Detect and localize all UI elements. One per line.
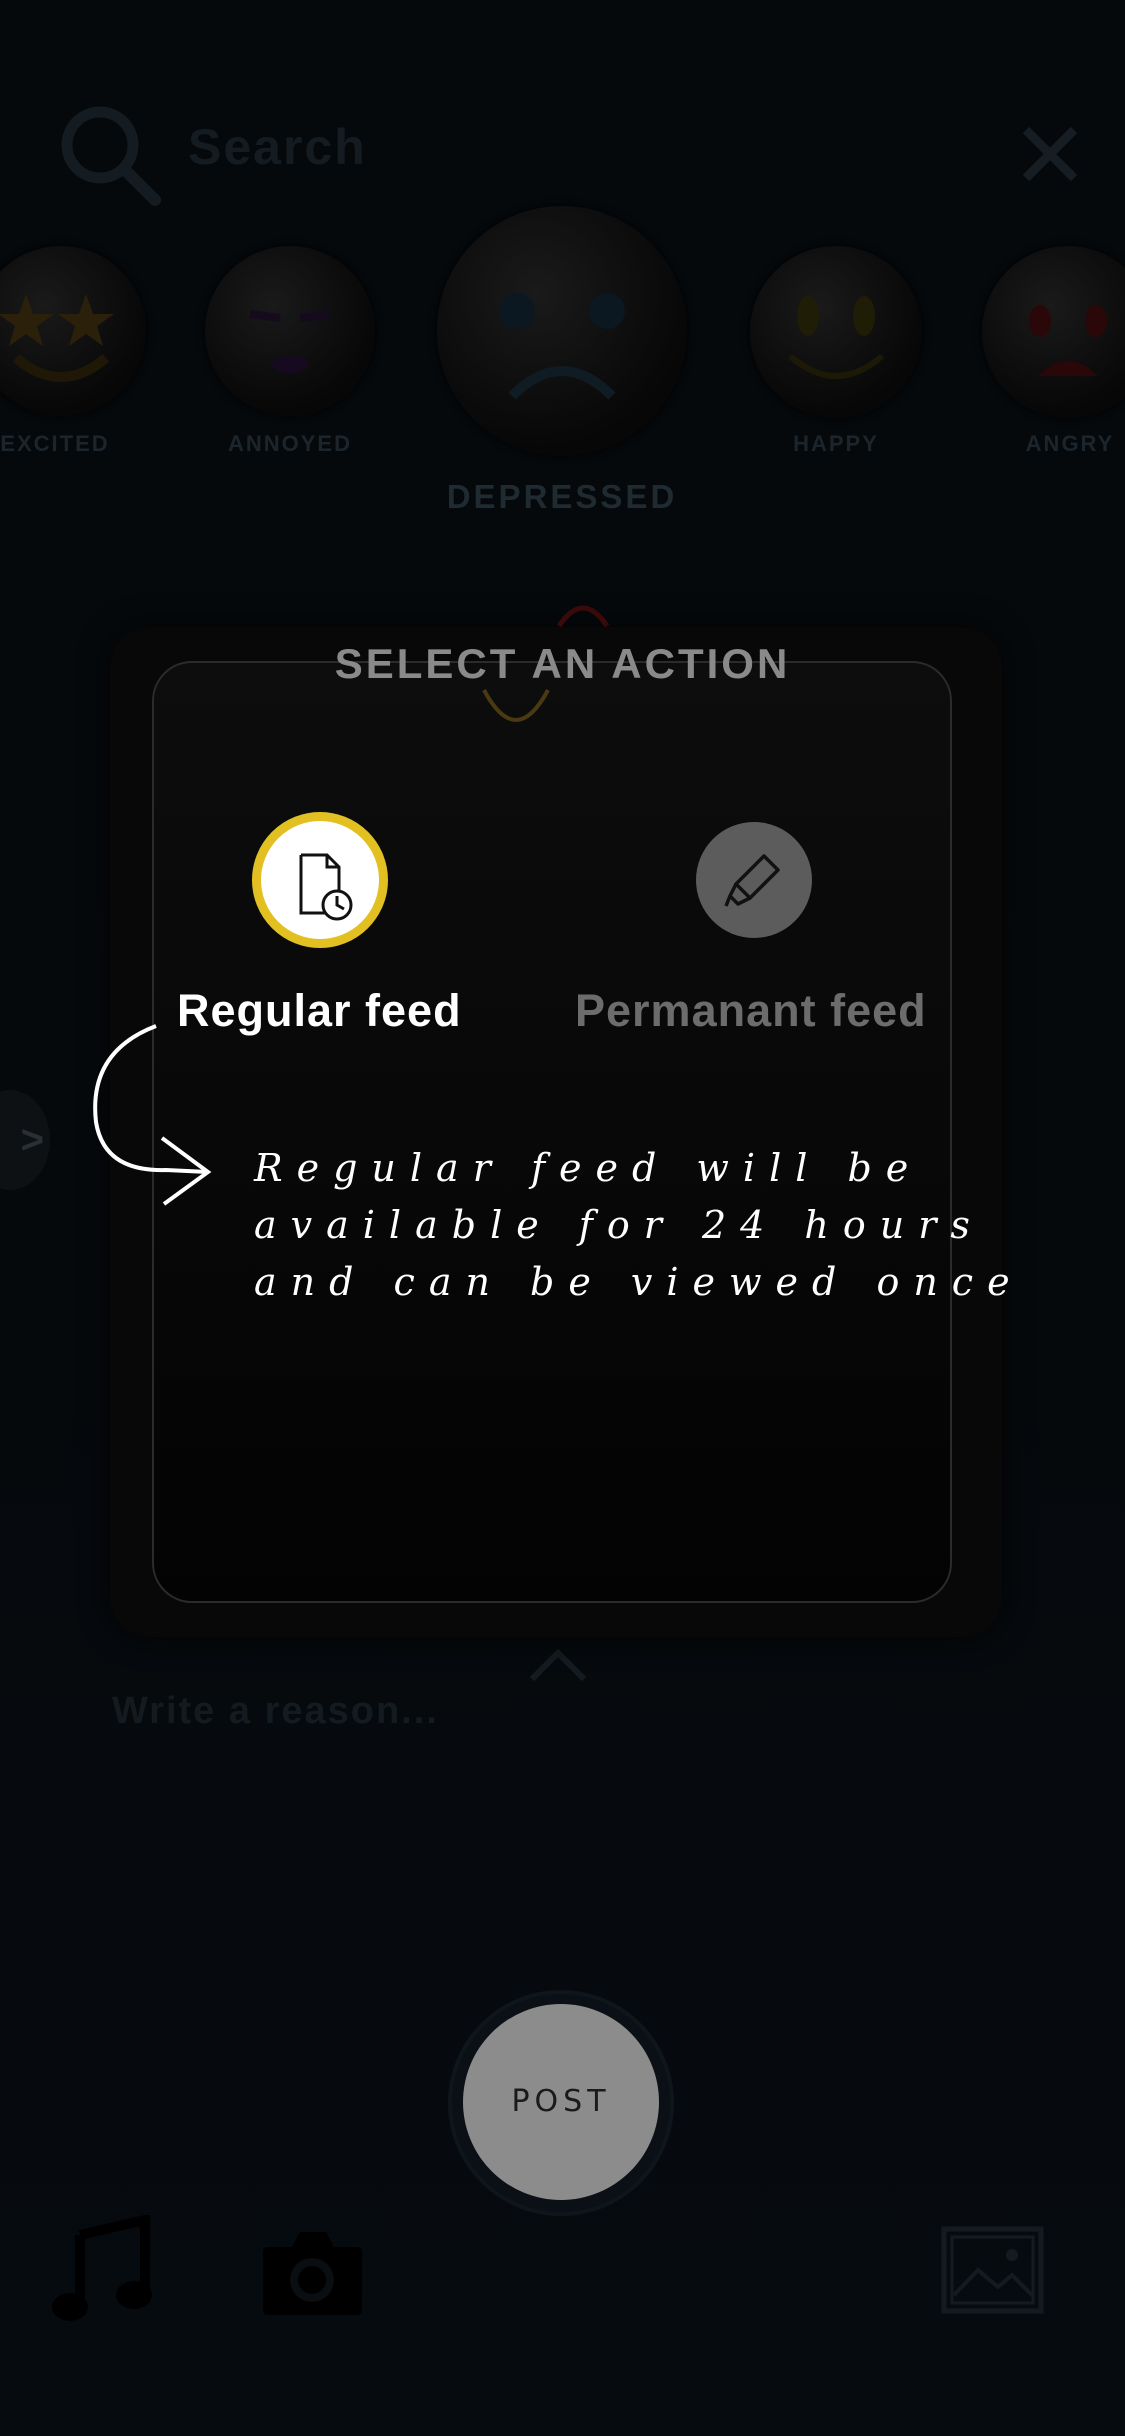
decorative-red-arc	[556, 605, 610, 628]
regular-feed-option[interactable]	[252, 812, 388, 948]
decorative-yellow-arc	[482, 689, 550, 722]
curved-arrow-icon	[93, 1024, 212, 1206]
mood-annoyed[interactable]	[205, 246, 375, 416]
angry-face-icon	[1029, 305, 1107, 376]
select-action-modal	[110, 627, 1002, 1637]
mood-depressed[interactable]	[437, 206, 687, 456]
mood-label-depressed: DEPRESSED	[446, 478, 678, 515]
chevron-up-icon[interactable]	[528, 1645, 588, 1685]
mood-label-annoyed: ANNOYED	[227, 431, 352, 456]
sad-face-icon	[499, 293, 625, 400]
reason-input[interactable]: Write a reason...	[112, 1690, 439, 1733]
hint-line-2: available for 24 hours	[254, 1203, 984, 1247]
mood-happy[interactable]	[750, 246, 922, 418]
regular-feed-hint: Regular feed will be available for 24 ho…	[254, 1140, 1014, 1311]
annoyed-face-icon	[249, 310, 331, 373]
post-button[interactable]: POST	[463, 2004, 659, 2200]
camera-icon[interactable]	[260, 2222, 365, 2322]
mood-label-happy: HAPPY	[793, 431, 879, 456]
mood-label-angry: ANGRY	[1025, 431, 1115, 456]
mood-label-excited: EXCITED	[0, 431, 110, 456]
document-clock-icon	[299, 853, 353, 921]
modal-inner-frame	[152, 661, 952, 1603]
hint-line-1: Regular feed will be	[254, 1146, 923, 1190]
close-icon[interactable]	[1018, 122, 1082, 186]
mood-angry[interactable]	[982, 246, 1125, 418]
permanent-feed-option[interactable]	[696, 822, 812, 938]
hint-line-3: and can be viewed once	[254, 1260, 1024, 1304]
permanent-feed-label[interactable]: Permanant feed	[575, 985, 927, 1037]
music-note-icon[interactable]	[50, 2215, 155, 2325]
gallery-icon[interactable]	[940, 2225, 1045, 2315]
search-input[interactable]: Search	[188, 118, 367, 176]
search-icon[interactable]	[55, 100, 165, 210]
marker-pen-icon	[724, 854, 780, 907]
regular-feed-label[interactable]: Regular feed	[177, 985, 462, 1037]
mood-excited[interactable]	[0, 246, 146, 416]
modal-title: SELECT AN ACTION	[334, 640, 791, 687]
star-eyes-face-icon	[0, 294, 114, 382]
smiling-face-icon	[788, 296, 884, 379]
